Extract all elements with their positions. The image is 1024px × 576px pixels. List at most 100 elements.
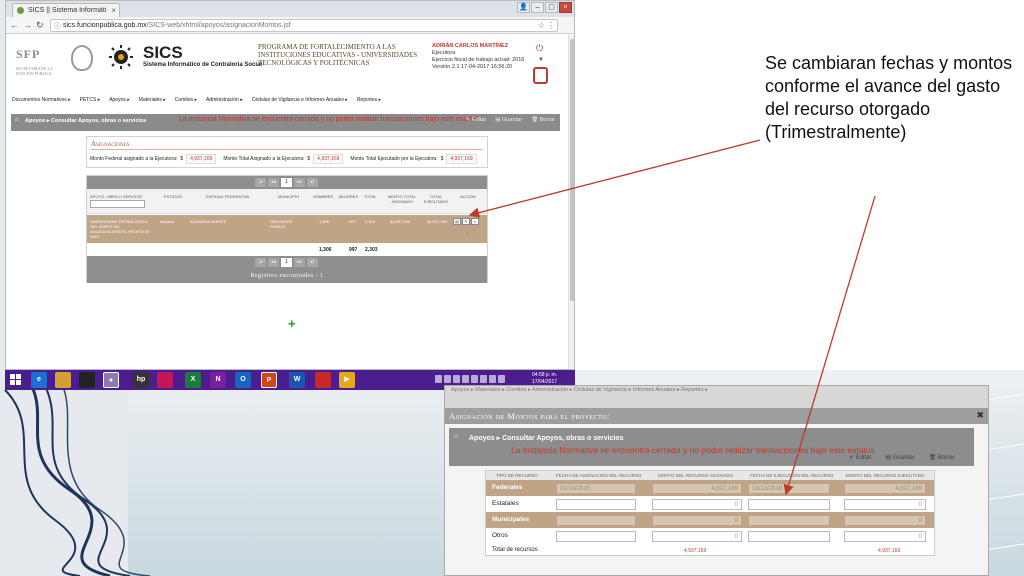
media-app-icon[interactable] [79,372,95,388]
editar-button[interactable]: ✎ Editar [466,117,487,123]
excel-app-icon[interactable]: X [185,372,201,388]
nav-item-administracion[interactable]: Administración ▸ [206,97,243,107]
close-icon[interactable]: ✖ [976,410,984,421]
user-icon[interactable]: 👤 [517,2,530,13]
monto-asignado-input[interactable]: 0 [652,499,742,510]
taskbar-clock[interactable]: 04:58 p. m. 17/04/2017 [532,372,557,386]
back-arrow-icon[interactable]: ← [10,20,19,30]
apoyos-table: |◂ ◂◂ 1 ▸▸ ▸| Apoyo, obra o servicio Est… [86,175,488,283]
reload-icon[interactable]: ↻ [36,20,44,30]
fecha-asignacion-input[interactable] [556,499,636,510]
alert-icon[interactable] [533,67,548,84]
guardar-button[interactable]: ▤ Guardar [495,117,522,123]
modal-guardar-button[interactable]: ▤ Guardar [885,454,914,461]
last-page-button[interactable]: ▸| [307,258,318,267]
last-page-button[interactable]: ▸| [307,178,318,187]
fecha-asignacion-input[interactable] [556,515,636,526]
next-page-button[interactable]: ▸▸ [294,178,305,187]
modal-borrar-button[interactable]: 🗑 Borrar [929,454,955,461]
table-row[interactable]: UNIVERSIDAD TECNOLÓGICA DEL NORTE DE AGU… [87,215,487,243]
nav-item-reportes[interactable]: Reportes ▸ [357,97,381,107]
keyboard-icon[interactable] [435,375,442,383]
info-tray-icon[interactable] [444,375,451,383]
prev-page-button[interactable]: ◂◂ [268,178,279,187]
monto-asignado-input[interactable]: 0 [652,531,742,542]
photos-app-icon[interactable] [157,372,173,388]
first-page-button[interactable]: |◂ [255,258,266,267]
cell-monto: $4,937,169 [390,219,411,224]
montos-row-federales: Federales 01/10/2015 4,937,169 15/12/201… [486,480,934,496]
document-icon[interactable]: ▤ [453,218,461,225]
monto-ejecutado-input[interactable]: 0 [844,515,926,526]
fecha-ejecucion-input[interactable]: 15/12/2016 [748,483,830,494]
breadcrumb-consultar[interactable]: Consultar Apoyos, obras o servicios [51,118,146,124]
battery-icon[interactable] [489,375,496,383]
total-total: 2,303 [365,247,378,253]
hp-app-icon[interactable]: hp [133,372,149,388]
monto-asignado-input[interactable]: 0 [652,515,742,526]
monto-ejecutado-input[interactable]: 4,937,169 [844,483,926,494]
nav-item-documentos[interactable]: Documentos Normativos ▸ [12,97,71,107]
explorer-app-icon[interactable] [55,372,71,388]
breadcrumb-consultar[interactable]: Consultar Apoyos, obras o servicios [502,435,624,442]
forward-arrow-icon[interactable]: → [23,20,32,30]
player-app-icon[interactable]: ▶ [339,372,355,388]
security-icon[interactable] [453,375,460,383]
breadcrumb-apoyos[interactable]: Apoyos [469,435,495,442]
fecha-ejecucion-input[interactable] [748,499,830,510]
onenote-app-icon[interactable]: N [210,372,226,388]
breadcrumb-apoyos[interactable]: Apoyos [25,118,45,124]
page-1-button[interactable]: 1 [281,178,292,187]
flag-icon[interactable] [462,375,469,383]
opera-app-icon[interactable] [315,372,331,388]
home-icon[interactable]: ⌂ [15,117,19,123]
power-icon[interactable]: ⏻ [536,43,543,54]
tab-bar: SICS || Sistema Informáti × 👤 – ▢ × [6,1,574,17]
fecha-asignacion-input[interactable] [556,531,636,542]
star-icon[interactable]: ☆ [538,20,545,31]
page-1-button[interactable]: 1 [281,258,292,267]
prev-page-button[interactable]: ◂◂ [268,258,279,267]
chrome-app-icon[interactable]: ● [103,372,119,388]
nav-item-materiales[interactable]: Materiales ▸ [139,97,166,107]
browser-tab[interactable]: SICS || Sistema Informáti × [12,3,120,17]
fecha-asignacion-input[interactable]: 01/10/2015 [556,483,636,494]
first-page-button[interactable]: |◂ [255,178,266,187]
word-app-icon[interactable]: W [289,372,305,388]
monto-ejecutado-input[interactable]: 0 [844,499,926,510]
outlook-app-icon[interactable]: O [235,372,251,388]
nav-item-apoyos[interactable]: Apoyos ▸ [109,97,130,107]
search-icon[interactable]: ⌕ [471,218,479,225]
maximize-button[interactable]: ▢ [545,2,558,13]
language-icon[interactable] [498,375,505,383]
tab-close-icon[interactable]: × [111,4,116,17]
monto-asignado-input[interactable]: 4,937,169 [652,483,742,494]
nav-item-petcs[interactable]: PETCS ▸ [80,97,101,107]
volume-icon[interactable] [480,375,487,383]
network-icon[interactable] [471,375,478,383]
apoyo-filter-input[interactable] [90,200,145,208]
fecha-ejecucion-input[interactable] [748,515,830,526]
windows-start-icon[interactable] [10,374,21,385]
powerpoint-app-icon[interactable]: P [261,372,277,388]
ie-app-icon[interactable]: e [31,372,47,388]
edit-icon[interactable]: ✎ [462,218,470,225]
nav-item-comites[interactable]: Comites ▸ [175,97,197,107]
window-close-button[interactable]: × [559,2,572,13]
col-entidad: Entidad Federativa [206,194,250,199]
caret-down-icon[interactable]: ▼ [538,57,544,63]
monto-ejecutado-input[interactable]: 0 [844,531,926,542]
minimize-button[interactable]: – [531,2,544,13]
borrar-button[interactable]: 🗑 Borrar [531,117,555,123]
scroll-thumb[interactable] [570,39,574,301]
total-label: Total de recursos [492,547,538,553]
divider [91,149,483,150]
nav-item-cedulas[interactable]: Cédulas de Vigilancia e Informes Anuales… [252,97,348,107]
url-input[interactable]: ⓘ sics.funcionpublica.gob.mx/SICS-web/xh… [50,19,558,32]
menu-icon[interactable]: ⋮ [547,20,555,31]
fecha-ejecucion-input[interactable] [748,531,830,542]
home-icon[interactable]: ⌂ [454,433,458,440]
next-page-button[interactable]: ▸▸ [294,258,305,267]
modal-editar-button[interactable]: ✔ Editar [849,454,871,461]
vertical-scrollbar[interactable] [568,35,574,369]
